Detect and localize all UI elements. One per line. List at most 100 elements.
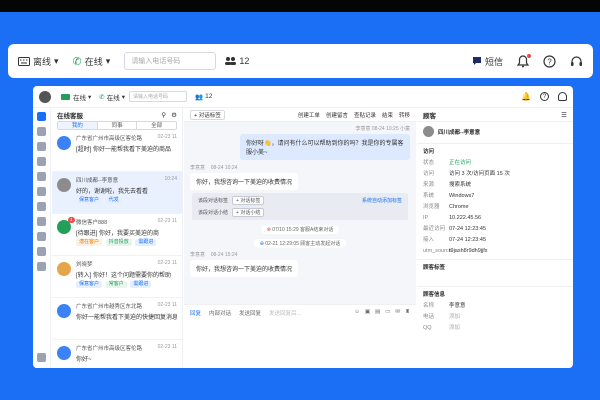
detail-row: 来源 搜索系统: [417, 180, 573, 191]
list-item[interactable]: 广东省广州市高级区客伦路 02-23 11 [超时] 你好一能帮我看下美迫的商品: [52, 130, 182, 172]
create-ticket-button[interactable]: 创建工单: [298, 111, 320, 119]
avatar: [57, 304, 71, 318]
detail-key: utm_source: [423, 248, 452, 254]
detail-value[interactable]: 添加: [449, 324, 460, 333]
auto-tag-link[interactable]: 系统自动添加标签: [362, 197, 402, 204]
nav-user-icon[interactable]: [37, 247, 46, 256]
detail-value: 访问 3 次/访问页面 15 次: [449, 171, 510, 177]
conversation-tag-box: 该段对话标签 + 对话标签 系统自动添加标签 该段对话小结 + 对话小结: [192, 193, 408, 220]
tab-reply[interactable]: 回复: [190, 309, 201, 317]
nav-chat-icon[interactable]: [37, 112, 46, 121]
queue-count: 12: [239, 56, 250, 66]
list-tabs: 我的 同事 全部: [57, 121, 177, 130]
list-item[interactable]: 广东省广州市高级区客伦路 02-23 11 你好~: [52, 340, 182, 368]
add-tag-button[interactable]: + 对话标签: [190, 109, 225, 120]
nav-list-icon[interactable]: [37, 202, 46, 211]
nav-report-icon[interactable]: [37, 232, 46, 241]
nav-card-icon[interactable]: [37, 262, 46, 271]
customer-time: 08-24 10:24: [210, 165, 238, 171]
users-icon: [224, 56, 237, 66]
reply-hint: 发送回复后...: [269, 311, 302, 317]
nav-ticket-icon[interactable]: [37, 142, 46, 151]
tab-mine[interactable]: 我的: [58, 122, 98, 129]
nav-shield-icon[interactable]: [37, 217, 46, 226]
app-call-status[interactable]: 在线: [107, 92, 120, 102]
mail-icon[interactable]: ✉: [395, 309, 400, 317]
history-button[interactable]: 查贴记录: [354, 111, 376, 119]
chevron-down-icon: ▾: [88, 93, 92, 101]
headset-icon[interactable]: [558, 92, 567, 101]
gear-icon[interactable]: ⚙: [171, 111, 177, 119]
detail-row: utm_source t9jash8r9dh9jjfx: [417, 246, 573, 257]
emoji-icon[interactable]: ☺: [354, 309, 360, 317]
nav-doc-icon[interactable]: [37, 172, 46, 181]
nav-message-icon[interactable]: [37, 127, 46, 136]
search-icon[interactable]: ⚲: [161, 111, 166, 119]
list-item[interactable]: 广东省广州市越秀区东北路 02-23 11 你好一能帮我看下美迫的快捷回复消息: [52, 298, 182, 340]
tab-colleagues[interactable]: 同事: [98, 122, 138, 129]
detail-row: 最近访问 07-24 12:23:45: [417, 224, 573, 235]
image-icon[interactable]: ▣: [365, 309, 370, 317]
end-button[interactable]: 结束: [382, 111, 393, 119]
agent-avatar[interactable]: [39, 90, 51, 103]
detail-value: 10.222.45.56: [449, 215, 482, 221]
phone-icon: ✆: [72, 55, 82, 68]
headset-icon[interactable]: [570, 55, 583, 68]
nav-settings-icon[interactable]: [37, 353, 46, 362]
tab-all[interactable]: 全部: [137, 122, 176, 129]
detail-value: 正在访问: [449, 160, 472, 166]
detail-key: 状态: [423, 160, 435, 166]
notification-dot: [527, 53, 531, 58]
nav-phone-icon[interactable]: [37, 187, 46, 196]
add-summary-chip[interactable]: + 对话小结: [232, 208, 265, 217]
conv-time: 02-23 11: [157, 260, 177, 266]
detail-value[interactable]: 李意意: [449, 302, 466, 311]
agent-greeting-bubble: 你好呀👋，请问有什么可以帮助到你的吗？我是你的专属客服小美~: [240, 134, 410, 160]
tab-send-reply[interactable]: 发送回复: [239, 309, 261, 317]
menu-icon[interactable]: ☰: [561, 111, 567, 119]
conv-tag: 潜在客户: [76, 239, 103, 246]
add-tag-chip[interactable]: + 对话标签: [232, 196, 265, 205]
svg-text:?: ?: [547, 57, 552, 66]
nav-mail-icon[interactable]: [37, 157, 46, 166]
tab-internal[interactable]: 内部对话: [209, 309, 231, 317]
conv-msg: [待跟进] 你好，我要买美迫的商: [76, 231, 160, 237]
conv-tag: 需跟进: [135, 239, 157, 246]
detail-key: 系统: [423, 193, 435, 199]
bell-icon[interactable]: 🔔: [521, 92, 531, 101]
top-dark-strip: [0, 0, 600, 12]
status-dropdown[interactable]: 离线 ▾: [18, 55, 59, 68]
customer-time: 08-24 15:24: [210, 252, 238, 258]
list-title: 在线客服: [57, 112, 83, 120]
message-button[interactable]: 短信: [472, 55, 503, 68]
phone-search-input[interactable]: 请输入电话号码: [124, 52, 217, 70]
avatar: [57, 346, 71, 360]
help-icon[interactable]: ?: [543, 54, 556, 68]
bot-icon[interactable]: ♜: [405, 309, 410, 317]
list-item[interactable]: 1 微信客户888 02-23 11 [待跟进] 你好，我要买美迫的商 潜在客户…: [52, 214, 182, 256]
call-status-dropdown[interactable]: ✆ 在线 ▾: [73, 55, 111, 68]
detail-row: QQ 添加: [417, 323, 573, 334]
file-icon[interactable]: ▤: [375, 309, 380, 317]
section-customer-tags: 顾客标签: [417, 259, 573, 274]
queue-indicator[interactable]: 12: [224, 56, 249, 66]
list-item[interactable]: 刘晓梦 02-23 11 [转入] 你好！这个问题需要你的帮助 保意客户 常客户…: [52, 256, 182, 298]
detail-value[interactable]: 添加: [449, 313, 460, 322]
detail-header: 顾客 ☰: [417, 108, 573, 122]
customer-name: 四川成都--李意意: [438, 129, 481, 136]
bell-icon[interactable]: [517, 53, 531, 68]
reply-tabs: 回复 内部对话 发送回复 发送回复后... ☺ ▣ ▤ ▭ ✉ ♜: [184, 305, 416, 321]
app-phone-input[interactable]: 请输入电话号码: [128, 91, 187, 102]
create-message-button[interactable]: 创建留言: [326, 111, 348, 119]
toolbar: 离线 ▾ ✆ 在线 ▾ 请输入电话号码 12 短信 ?: [8, 44, 593, 78]
app-status-label[interactable]: 在线: [73, 92, 86, 102]
transfer-button[interactable]: 转移: [399, 111, 410, 119]
conv-tag: 代发: [105, 197, 122, 204]
folder-icon[interactable]: ▭: [385, 309, 390, 317]
list-item[interactable]: 四川成都--李意意 10:24 好的，谢谢啦，我先去看看 保意客户 代发: [52, 172, 182, 214]
detail-value: 07-24 12:23:45: [449, 237, 487, 243]
customer-header: 四川成都--李意意: [417, 122, 573, 141]
reply-input[interactable]: [184, 321, 416, 361]
help-icon[interactable]: ?: [540, 92, 549, 101]
keyboard-icon: [18, 56, 30, 66]
